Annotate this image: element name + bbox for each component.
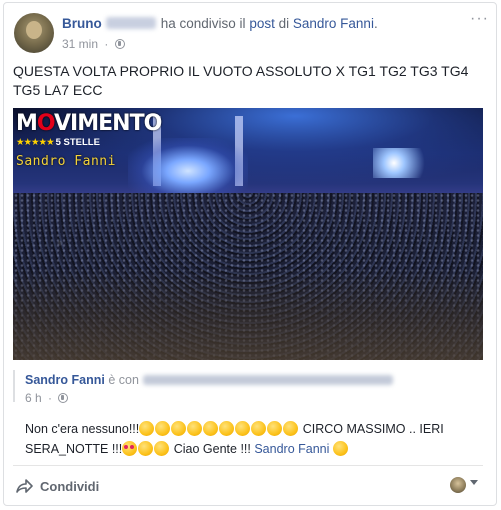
blurred-tagged-names bbox=[142, 375, 393, 385]
shared-text: ha condiviso il bbox=[160, 16, 246, 31]
post-time[interactable]: 31 min bbox=[62, 37, 98, 51]
crowd-foreground bbox=[13, 268, 483, 360]
thinking-emoji-icon bbox=[219, 421, 235, 436]
movimento-5-stelle-logo: MOVIMENTO ★★★★★ 5 STELLE bbox=[16, 111, 162, 153]
stage-lights bbox=[128, 138, 248, 193]
post-header: Bruno ha condiviso il post di Sandro Fann… bbox=[12, 11, 488, 57]
shared-body-2: CIRCO MASSIMO .. IERI bbox=[302, 422, 444, 436]
shared-body-1: Non c'era nessuno!!! bbox=[25, 422, 140, 436]
viewer-avatar bbox=[450, 477, 466, 493]
grinning-emoji-icon bbox=[332, 441, 348, 456]
surprised-emoji-icon bbox=[203, 421, 219, 436]
post-header-line: Bruno ha condiviso il post di Sandro Fann… bbox=[62, 16, 378, 31]
logo-stars: ★★★★★ bbox=[16, 137, 55, 148]
photo-watermark: Sandro Fanni bbox=[16, 154, 116, 169]
footer-divider bbox=[13, 465, 483, 466]
shared-post-header: Sandro Fanni è con bbox=[25, 373, 393, 387]
post-text-line-2: TG5 LA7 ECC bbox=[13, 82, 103, 98]
share-label: Condividi bbox=[40, 479, 100, 494]
post-meta: 31 min · bbox=[62, 37, 125, 51]
shared-post: Sandro Fanni è con 6 h · Non c'era nessu… bbox=[13, 360, 483, 460]
kiss-emoji-icon bbox=[138, 441, 154, 456]
share-arrow-icon bbox=[16, 479, 33, 493]
mention-link[interactable]: Sandro Fanni bbox=[254, 442, 329, 456]
smiling-emoji-icon bbox=[154, 441, 170, 456]
city-lights bbox=[373, 148, 443, 178]
grinning-emoji-icon bbox=[187, 421, 203, 436]
shared-author-link[interactable]: Sandro Fanni bbox=[25, 373, 105, 387]
globe-icon[interactable] bbox=[114, 39, 125, 49]
shared-meta-separator: · bbox=[48, 391, 53, 405]
shared-with-text: è con bbox=[108, 373, 139, 387]
globe-icon[interactable] bbox=[58, 393, 69, 403]
logo-sub-text: 5 STELLE bbox=[55, 137, 100, 148]
post-text-line-1: QUESTA VOLTA PROPRIO IL VUOTO ASSOLUTO X… bbox=[13, 63, 469, 79]
logo-subtitle: ★★★★★ 5 STELLE bbox=[16, 137, 116, 148]
post-card: Bruno ha condiviso il post di Sandro Fann… bbox=[3, 2, 497, 506]
author-avatar[interactable] bbox=[14, 13, 54, 53]
shared-post-meta: 6 h · bbox=[25, 391, 69, 405]
logo-text-start: M bbox=[16, 111, 38, 136]
shared-body-3: SERA_NOTTE !!! bbox=[25, 442, 123, 456]
laughing-emoji-icon bbox=[251, 421, 267, 436]
thinking-emoji-icon bbox=[235, 421, 251, 436]
page-name-link[interactable]: Sandro Fanni bbox=[293, 16, 374, 31]
logo-wordmark: MOVIMENTO bbox=[16, 111, 162, 136]
viewer-selector[interactable] bbox=[450, 477, 480, 493]
shared-post-bar bbox=[13, 370, 15, 402]
more-options-icon[interactable]: ··· bbox=[470, 11, 488, 27]
grinning-emoji-icon bbox=[267, 421, 283, 436]
of-text: di bbox=[278, 16, 290, 31]
heart-eyes-emoji-icon bbox=[122, 441, 138, 456]
shared-post-body: Non c'era nessuno!!! CIRCO MASSIMO .. IE… bbox=[25, 419, 475, 459]
grinning-emoji-icon bbox=[283, 421, 299, 436]
laughing-emoji-icon bbox=[155, 421, 171, 436]
grinning-emoji-icon bbox=[171, 421, 187, 436]
post-text: QUESTA VOLTA PROPRIO IL VUOTO ASSOLUTO X… bbox=[13, 62, 483, 100]
chevron-down-icon bbox=[470, 480, 478, 485]
logo-text-o: O bbox=[36, 111, 55, 136]
meta-separator: · bbox=[104, 37, 109, 51]
shared-post-time[interactable]: 6 h bbox=[25, 391, 42, 405]
end-punct: . bbox=[373, 16, 378, 31]
logo-text-end: VIMENTO bbox=[54, 111, 162, 136]
shared-body-4: Ciao Gente !!! bbox=[173, 442, 251, 456]
laughing-emoji-icon bbox=[139, 421, 155, 436]
post-photo[interactable]: MOVIMENTO ★★★★★ 5 STELLE Sandro Fanni bbox=[13, 108, 483, 360]
author-name[interactable]: Bruno bbox=[62, 16, 102, 31]
post-link[interactable]: post bbox=[249, 16, 275, 31]
blurred-surname bbox=[105, 17, 156, 29]
